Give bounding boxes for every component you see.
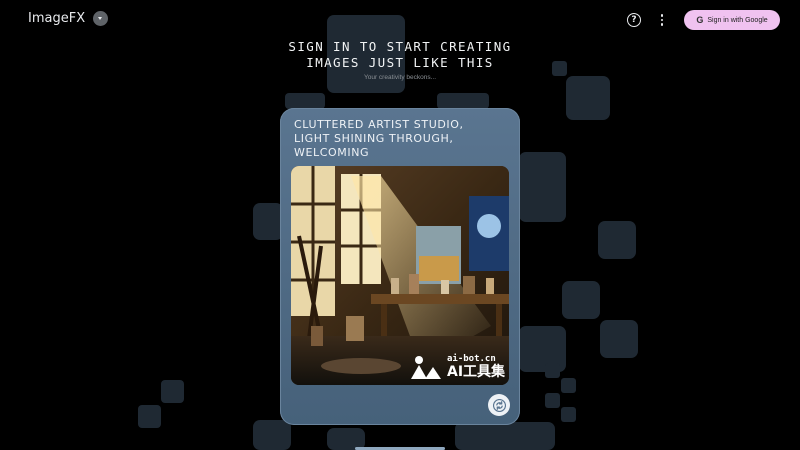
hero-title-line-1: SIGN IN TO START CREATING xyxy=(288,39,512,54)
more-vertical-icon[interactable] xyxy=(655,12,669,28)
refresh-icon xyxy=(492,398,506,412)
refresh-button[interactable] xyxy=(488,394,510,416)
watermark-title: AI工具集 xyxy=(447,364,506,380)
hero-subtitle: Your creativity beckons... xyxy=(363,74,437,81)
hero-title-line-2: IMAGES JUST LIKE THIS xyxy=(306,55,494,70)
sign-in-button[interactable]: G Sign in with Google xyxy=(684,10,780,30)
example-card: CLUTTERED ARTIST STUDIO, LIGHT SHINING T… xyxy=(280,108,520,425)
hero-title: SIGN IN TO START CREATING IMAGES JUST LI… xyxy=(200,39,600,71)
app-name: ImageFX xyxy=(28,11,86,26)
help-icon[interactable]: ? xyxy=(627,13,641,27)
card-prompt-line-2: LIGHT SHINING THROUGH, xyxy=(294,132,454,145)
chevron-down-icon[interactable] xyxy=(93,11,109,26)
google-icon: G xyxy=(696,15,704,25)
generated-image: ai-bot.cn AI工具集 xyxy=(291,166,509,385)
sign-in-label: Sign in with Google xyxy=(707,16,768,24)
watermark-logo-icon xyxy=(411,356,441,379)
app-brand[interactable]: ImageFX xyxy=(28,11,109,26)
card-prompt-line-3: WELCOMING xyxy=(294,146,370,159)
card-prompt: CLUTTERED ARTIST STUDIO, LIGHT SHINING T… xyxy=(294,118,494,160)
watermark: ai-bot.cn AI工具集 xyxy=(409,354,505,380)
card-prompt-line-1: CLUTTERED ARTIST STUDIO, xyxy=(294,118,464,131)
